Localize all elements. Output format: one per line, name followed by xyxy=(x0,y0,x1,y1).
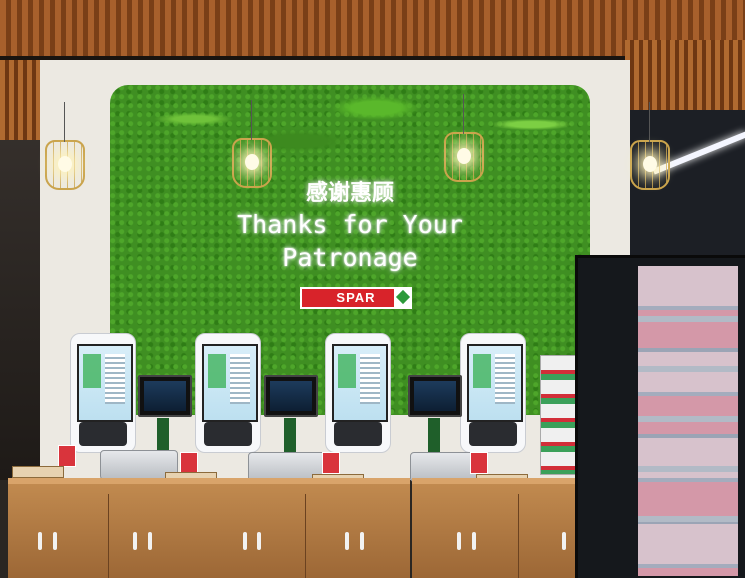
cabinet-handle[interactable] xyxy=(38,532,42,550)
cabinet-handle[interactable] xyxy=(133,532,137,550)
cabinet-handle[interactable] xyxy=(360,532,364,550)
barcode-scanner xyxy=(79,422,127,446)
cabinet-handle[interactable] xyxy=(457,532,461,550)
promo-card xyxy=(470,452,488,474)
receipt-tray xyxy=(12,466,64,478)
self-checkout-kiosk[interactable] xyxy=(70,333,136,453)
kiosk-touchscreen[interactable] xyxy=(332,344,388,422)
spar-logo: SPAR xyxy=(300,287,412,309)
barcode-scanner xyxy=(469,422,517,446)
wood-counter xyxy=(205,478,410,578)
cabinet-handle[interactable] xyxy=(53,532,57,550)
pendant-lamp-icon xyxy=(444,94,484,182)
fridge-shelf xyxy=(638,516,738,522)
cabinet-divider xyxy=(305,494,306,578)
spar-logo-text: SPAR xyxy=(336,290,376,305)
cabinet-handle[interactable] xyxy=(345,532,349,550)
fridge-shelf xyxy=(638,466,738,472)
kiosk-touchscreen[interactable] xyxy=(467,344,523,422)
pendant-lamp-icon xyxy=(45,102,85,190)
sign-chinese-text: 感谢惠顾 xyxy=(305,181,394,206)
self-checkout-kiosk[interactable] xyxy=(195,333,261,453)
fridge-shelf xyxy=(638,366,738,372)
fridge-shelf xyxy=(638,416,738,422)
customer-display-monitor xyxy=(138,375,192,417)
cabinet-handle[interactable] xyxy=(243,532,247,550)
kiosk-touchscreen[interactable] xyxy=(202,344,258,422)
cabinet-handle[interactable] xyxy=(472,532,476,550)
customer-display-monitor xyxy=(264,375,318,417)
cabinet-divider xyxy=(108,494,109,578)
pendant-lamp-icon xyxy=(630,102,670,190)
sign-english-text: Thanks for Your Patronage xyxy=(205,208,495,274)
self-checkout-kiosk[interactable] xyxy=(460,333,526,453)
right-wood-slats xyxy=(625,40,745,120)
top-foliage xyxy=(90,75,610,185)
promo-card xyxy=(180,452,198,474)
cabinet-handle[interactable] xyxy=(148,532,152,550)
customer-display-monitor xyxy=(408,375,462,417)
barcode-scanner xyxy=(204,422,252,446)
wood-counter xyxy=(8,478,213,578)
fridge-glass-door[interactable] xyxy=(638,266,738,576)
self-checkout-kiosk[interactable] xyxy=(325,333,391,453)
cabinet-handle[interactable] xyxy=(562,532,566,550)
beverage-fridge[interactable] xyxy=(575,255,745,578)
kiosk-touchscreen[interactable] xyxy=(77,344,133,422)
barcode-scanner xyxy=(334,422,382,446)
sign-line-2: Patronage xyxy=(282,243,418,272)
spar-leaf-icon xyxy=(394,287,412,309)
sign-line-1: Thanks for Your xyxy=(237,210,463,239)
store-photo: 感谢惠顾 Thanks for Your Patronage SPAR xyxy=(0,0,745,578)
cabinet-handle[interactable] xyxy=(257,532,261,550)
fridge-shelf xyxy=(638,316,738,322)
promo-card xyxy=(58,445,76,467)
cabinet-divider xyxy=(518,494,519,578)
promo-card xyxy=(322,452,340,474)
